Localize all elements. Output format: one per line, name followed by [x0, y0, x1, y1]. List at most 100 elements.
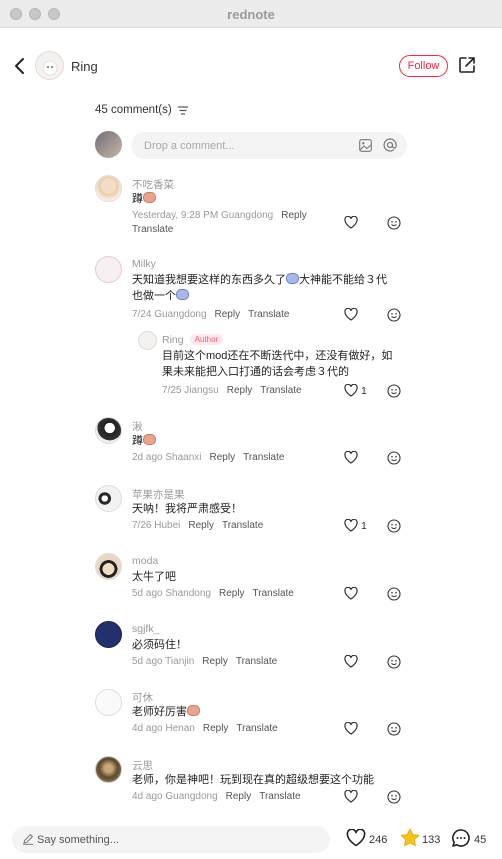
reply-link[interactable]: Reply — [226, 791, 252, 802]
say-something-placeholder: Say something... — [37, 834, 119, 846]
comment-text: 必须码住！ — [132, 639, 187, 651]
comment-count-bottom: 45 — [474, 834, 487, 846]
translate-link[interactable]: Translate — [236, 723, 277, 734]
emoji-react-icon[interactable] — [387, 519, 401, 533]
translate-link[interactable]: Translate — [260, 385, 301, 396]
mention-icon[interactable] — [383, 138, 397, 152]
like-count: 246 — [369, 834, 388, 846]
comment-meta: 7/24 Guangdong Reply Translate — [132, 309, 290, 320]
comment-text: 天呐！我将严肃感受！ — [132, 503, 242, 515]
comment-meta: Yesterday, 9:28 PM Guangdong Reply — [132, 210, 307, 221]
comment-meta: 2d ago Shaanxi Reply Translate — [132, 452, 285, 463]
comment-text: 老师好厉害 — [132, 704, 397, 720]
comment-meta: 5d ago Shandong Reply Translate — [132, 588, 294, 599]
my-avatar — [95, 131, 122, 158]
emoji-react-icon[interactable] — [387, 216, 401, 230]
commenter-name[interactable]: Milky — [132, 258, 156, 270]
commenter-avatar[interactable] — [95, 553, 122, 580]
comment-like-icon[interactable] — [344, 722, 358, 735]
share-icon[interactable] — [458, 56, 476, 74]
comment-like-icon[interactable] — [344, 587, 358, 600]
comment-meta: 5d ago Tianjin Reply Translate — [132, 656, 278, 667]
commenter-avatar[interactable] — [95, 689, 122, 716]
emoji-react-icon[interactable] — [387, 384, 401, 398]
comment-like-icon[interactable] — [344, 216, 358, 229]
commenter-avatar[interactable] — [95, 756, 122, 783]
sticker-emoji — [286, 273, 299, 284]
author-avatar[interactable] — [35, 51, 64, 80]
commenter-name[interactable]: moda — [132, 555, 158, 567]
pencil-icon — [23, 833, 34, 845]
reply-link[interactable]: Reply — [227, 385, 253, 396]
comment-like-icon[interactable] — [344, 790, 358, 803]
commenter-avatar[interactable] — [95, 175, 122, 202]
comment-like-icon[interactable] — [344, 384, 358, 397]
like-icon[interactable] — [346, 829, 366, 847]
translate-link[interactable]: Translate — [132, 224, 173, 235]
commenter-name[interactable]: 不吃香菜 — [132, 177, 174, 192]
comment-input-placeholder: Drop a comment... — [144, 140, 235, 152]
window-title: rednote — [227, 7, 275, 22]
translate-link[interactable]: Translate — [259, 791, 300, 802]
comment-text: 天知道我想要这样的东西多久了 大神能不能给３代也做一个 — [132, 273, 387, 302]
commenter-name[interactable]: 苹果亦是果 — [132, 487, 185, 502]
reply-link[interactable]: Reply — [215, 309, 241, 320]
reply-name: Ring Author — [162, 334, 224, 346]
comment-meta: 7/25 Jiangsu Reply Translate — [162, 385, 302, 396]
comment-meta: 4d ago Henan Reply Translate — [132, 723, 278, 734]
translate-link[interactable]: Translate — [236, 656, 277, 667]
sticker-emoji — [143, 192, 156, 203]
commenter-avatar[interactable] — [95, 621, 122, 648]
emoji-react-icon[interactable] — [387, 722, 401, 736]
commenter-name[interactable]: sgjfk_ — [132, 623, 159, 635]
comment-like-icon[interactable] — [344, 519, 358, 532]
commenter-avatar[interactable] — [95, 417, 122, 444]
emoji-react-icon[interactable] — [387, 790, 401, 804]
comment-input[interactable]: Drop a comment... — [131, 132, 407, 159]
commenter-name[interactable]: 云思 — [132, 758, 153, 773]
comment-text: 蹲 — [132, 191, 397, 207]
comment-count: 45 comment(s) — [95, 104, 172, 116]
emoji-react-icon[interactable] — [387, 587, 401, 601]
star-icon[interactable] — [400, 828, 420, 847]
image-icon[interactable] — [359, 139, 372, 152]
translate-link[interactable]: Translate — [248, 309, 289, 320]
reply-link[interactable]: Reply — [219, 588, 245, 599]
reply-link[interactable]: Reply — [203, 723, 229, 734]
commenter-name[interactable]: 可休 — [132, 690, 153, 705]
comment-like-count: 1 — [361, 520, 367, 532]
sticker-emoji — [143, 434, 156, 445]
comment-like-count: 1 — [361, 385, 367, 397]
sort-icon[interactable] — [178, 106, 188, 115]
reply-link[interactable]: Reply — [202, 656, 228, 667]
reply-avatar[interactable] — [138, 331, 157, 350]
comment-like-icon[interactable] — [344, 451, 358, 464]
translate-link[interactable]: Translate — [243, 452, 284, 463]
emoji-react-icon[interactable] — [387, 308, 401, 322]
follow-button[interactable]: Follow — [399, 55, 448, 77]
comment-meta: 7/26 Hubei Reply Translate — [132, 520, 264, 531]
reply-text: 目前这个mod还在不断迭代中，还没有做好，如果未来能把入口打通的话会考虑３代的 — [162, 350, 393, 378]
window-titlebar: rednote — [0, 0, 502, 28]
commenter-avatar[interactable] — [95, 485, 122, 512]
comment-text: 蹲 — [132, 433, 397, 449]
commenter-name[interactable]: 湫 — [132, 419, 143, 434]
comment-like-icon[interactable] — [344, 655, 358, 668]
back-arrow-icon[interactable] — [12, 56, 28, 76]
comment-like-icon[interactable] — [344, 308, 358, 321]
reply-link[interactable]: Reply — [281, 210, 307, 221]
translate-link[interactable]: Translate — [253, 588, 294, 599]
sticker-emoji — [176, 289, 189, 300]
emoji-react-icon[interactable] — [387, 451, 401, 465]
comment-bubble-icon[interactable] — [451, 828, 471, 848]
say-something-input[interactable]: Say something... — [12, 826, 330, 853]
emoji-react-icon[interactable] — [387, 655, 401, 669]
commenter-avatar[interactable] — [95, 256, 122, 283]
bottom-bar: Say something... 246 133 45 — [0, 818, 502, 859]
reply-user[interactable]: Ring — [162, 334, 184, 346]
star-count: 133 — [422, 834, 441, 846]
reply-link[interactable]: Reply — [188, 520, 214, 531]
reply-link[interactable]: Reply — [210, 452, 236, 463]
author-name[interactable]: Ring — [71, 59, 98, 74]
translate-link[interactable]: Translate — [222, 520, 263, 531]
